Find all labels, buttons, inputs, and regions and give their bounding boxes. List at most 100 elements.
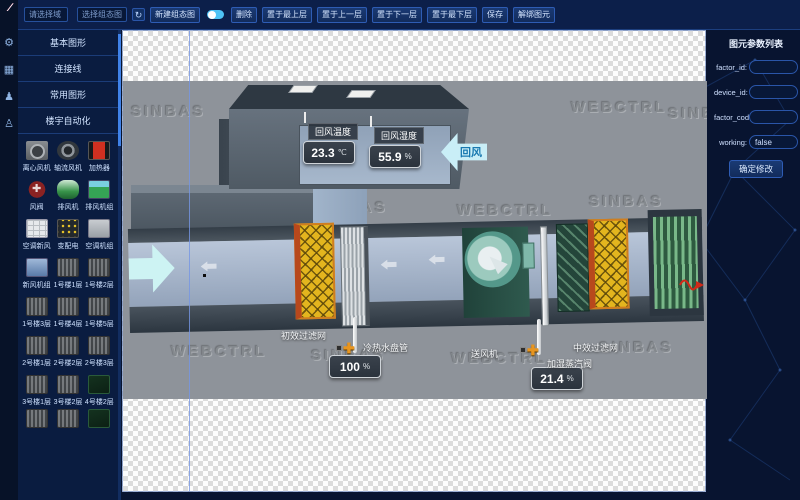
palette-item[interactable]: 1号楼5层 <box>85 297 114 329</box>
palette-item[interactable]: 新风机组 <box>22 258 51 290</box>
rail-icon[interactable]: ▦ <box>4 65 14 76</box>
palette-item[interactable] <box>53 409 82 428</box>
selection-handle[interactable] <box>203 274 206 277</box>
scada-editor-app: ∕∕∕ ⚙▦♟♙ ↻ 新建组态图 删除置于最上层置于上一层置于下一层置于最下层保… <box>0 0 800 500</box>
palette-item-label: 排风机组 <box>85 202 113 212</box>
device-id-input[interactable] <box>749 85 798 99</box>
humidifier-panel[interactable] <box>556 223 590 312</box>
palette-item[interactable]: 4号楼2层 <box>85 375 114 407</box>
palette-item[interactable]: 1号楼1层 <box>53 258 82 290</box>
toolbar-button[interactable]: 置于下一层 <box>372 7 422 23</box>
palette-item-label: 3号楼1层 <box>22 397 51 407</box>
palette-item[interactable]: 2号楼1层 <box>22 336 51 368</box>
palette-item[interactable]: 1号楼2层 <box>85 258 114 290</box>
toolbar-button[interactable]: 保存 <box>482 7 508 23</box>
design-canvas[interactable]: SINBASWEBCTRLSINBASSINBASWEBCTRLSINBASWE… <box>122 30 706 492</box>
category-header[interactable]: 基本图形 <box>18 30 118 56</box>
medium-filter-label: 中效过滤网 <box>573 341 618 354</box>
toolbar-button[interactable]: 解绑图元 <box>513 7 555 23</box>
temp-unit: ℃ <box>338 148 347 157</box>
return-humidity-value[interactable]: 55.9 % <box>369 145 421 168</box>
canvas-guideline[interactable] <box>189 31 190 491</box>
diagram-select-input[interactable] <box>77 7 127 22</box>
primary-filter[interactable] <box>294 223 336 320</box>
humidity-number: 55.9 <box>378 150 401 164</box>
category-header[interactable]: 楼宇自动化 <box>18 108 118 134</box>
category-header[interactable]: 连接线 <box>18 56 118 82</box>
humidity-unit: % <box>405 152 412 161</box>
water-coil-label: 冷热水盘管 <box>363 341 408 354</box>
palette-item[interactable]: 2号楼2层 <box>53 336 82 368</box>
toolbar-button[interactable]: 置于上一层 <box>317 7 367 23</box>
palette-item-label: 1号楼4层 <box>54 319 83 329</box>
watermark-text: SINBAS <box>131 103 206 120</box>
coil-valve-icon[interactable]: ✚ <box>343 341 355 355</box>
palette-item-label: 1号楼2层 <box>85 280 114 290</box>
toolbar-button[interactable]: 置于最下层 <box>427 7 477 23</box>
palette-item-label: 空调机组 <box>85 241 113 251</box>
palette-item-icon <box>88 219 110 238</box>
refresh-icon[interactable]: ↻ <box>132 8 145 21</box>
toolbar-button[interactable]: 删除 <box>231 7 257 23</box>
toggle-knob <box>208 11 216 19</box>
palette-item[interactable]: 排风机组 <box>85 180 114 212</box>
palette-item[interactable] <box>85 409 114 428</box>
new-diagram-button[interactable]: 新建组态图 <box>150 7 200 23</box>
palette-item[interactable]: 排风机 <box>53 180 82 212</box>
palette-item[interactable] <box>22 409 51 428</box>
palette-item[interactable]: 1号楼3层 <box>22 297 51 329</box>
palette-item[interactable]: 变配电 <box>53 219 82 251</box>
palette-item-icon <box>88 375 110 394</box>
palette-item-label: 1号楼5层 <box>85 319 114 329</box>
sidebar-scrollbar-thumb[interactable] <box>118 34 121 146</box>
palette-item-icon <box>57 409 79 428</box>
edit-mode-toggle[interactable] <box>207 10 224 19</box>
palette-item-label: 风阀 <box>30 202 44 212</box>
coil-value-unit: % <box>363 362 370 371</box>
palette-item-label: 新风机组 <box>23 280 51 290</box>
palette-item[interactable]: 加热器 <box>85 141 114 173</box>
hvac-diagram[interactable]: SINBASWEBCTRLSINBASSINBASWEBCTRLSINBASWE… <box>123 81 707 399</box>
palette-item-icon <box>88 297 110 316</box>
medium-filter[interactable] <box>588 219 630 310</box>
water-coil[interactable] <box>340 226 370 327</box>
steam-valve-icon[interactable]: ✚ <box>527 343 539 357</box>
working-input[interactable] <box>749 135 798 149</box>
factor-id-input[interactable] <box>749 60 798 74</box>
palette-item-icon <box>26 258 48 277</box>
rail-icon[interactable]: ♙ <box>4 119 14 130</box>
palette-item[interactable]: 轴流风机 <box>53 141 82 173</box>
palette-item-icon <box>57 336 79 355</box>
coil-valve-value[interactable]: 100 % <box>329 355 381 378</box>
domain-select-input[interactable] <box>24 7 68 22</box>
palette-item[interactable]: 离心风机 <box>22 141 51 173</box>
rail-icon-list: ⚙ ▦ ♟ ♙ <box>4 30 14 138</box>
category-header[interactable]: 常用图形 <box>18 82 118 108</box>
primary-filter-label: 初效过滤网 <box>281 329 326 342</box>
palette-item[interactable]: 3号楼2层 <box>53 375 82 407</box>
palette-item[interactable]: 空调机组 <box>85 219 114 251</box>
outlet-coil-block[interactable] <box>648 209 704 316</box>
palette-item-label: 离心风机 <box>23 163 51 173</box>
sensor-tick <box>304 112 306 123</box>
confirm-modify-button[interactable]: 确定修改 <box>729 160 783 178</box>
field-label: device_id: <box>714 88 749 97</box>
palette-item-icon <box>26 409 48 428</box>
steam-valve-label: 加湿蒸汽阀 <box>547 357 592 370</box>
palette-item[interactable]: 空调新风 <box>22 219 51 251</box>
rail-icon[interactable]: ⚙ <box>4 38 14 49</box>
palette-item[interactable]: 风阀 <box>22 180 51 212</box>
main-air-duct[interactable] <box>128 209 704 343</box>
rail-icon[interactable]: ♟ <box>4 92 14 103</box>
palette-item-icon <box>26 180 48 199</box>
steam-valve-value[interactable]: 21.4 % <box>531 367 583 390</box>
palette-item[interactable]: 2号楼3层 <box>85 336 114 368</box>
palette-item[interactable]: 3号楼1层 <box>22 375 51 407</box>
factor-code-input[interactable] <box>749 110 798 124</box>
return-temp-value[interactable]: 23.3 ℃ <box>303 141 355 164</box>
palette-item[interactable]: 1号楼4层 <box>53 297 82 329</box>
palette-item-icon <box>57 180 79 199</box>
valve-actuator <box>520 347 526 353</box>
toolbar-button[interactable]: 置于最上层 <box>262 7 312 23</box>
field-label: working: <box>714 138 749 147</box>
